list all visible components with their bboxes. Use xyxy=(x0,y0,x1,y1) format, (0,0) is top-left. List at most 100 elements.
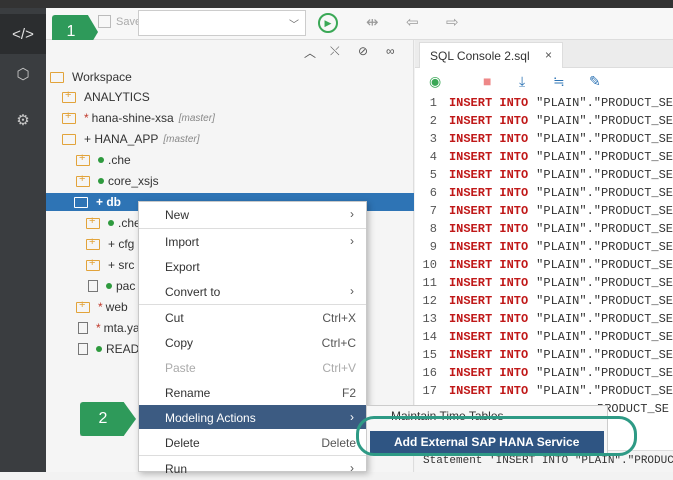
back-arrow-icon[interactable]: ⇦ xyxy=(406,13,419,31)
code-line: 14 INSERT INTO "PLAIN"."PRODUCT_SE xyxy=(415,330,673,348)
code-area[interactable]: 1 INSERT INTO "PLAIN"."PRODUCT_SE 2 INSERT I… xyxy=(415,96,673,420)
run-icon[interactable]: ▶ xyxy=(318,13,338,33)
sql-keyword: INSERT INTO xyxy=(448,312,529,326)
sql-text: "PLAIN"."PRODUCT_SE xyxy=(536,330,673,344)
code-line: 13 INSERT INTO "PLAIN"."PRODUCT_SE xyxy=(415,312,673,330)
download-icon[interactable]: ⤓ xyxy=(519,73,525,90)
sql-keyword: INSERT INTO xyxy=(448,294,529,308)
top-toolbar: Save ﹀ ▶ ⇹ ⇦ ⇨ xyxy=(46,8,673,40)
menu-item-rename[interactable]: Rename F2 xyxy=(139,380,366,404)
sql-keyword: INSERT INTO xyxy=(448,258,529,272)
line-number: 4 xyxy=(429,150,437,164)
glasses-icon[interactable]: ∞ xyxy=(386,44,395,58)
sql-keyword: INSERT INTO xyxy=(448,384,529,398)
status-dot xyxy=(98,178,104,184)
menu-item-cut[interactable]: Cut Ctrl+X xyxy=(139,305,366,329)
collapse-icon[interactable]: ︿ xyxy=(304,44,316,61)
code-line: 12 INSERT INTO "PLAIN"."PRODUCT_SE xyxy=(415,294,673,312)
tree-item[interactable]: .che xyxy=(76,151,131,169)
merge-icon[interactable]: ⇹ xyxy=(366,13,379,31)
sql-text: "PLAIN"."PRODUCT_SE xyxy=(536,276,673,290)
line-number: 8 xyxy=(429,222,437,236)
close-icon[interactable]: × xyxy=(545,48,552,62)
line-number: 6 xyxy=(429,186,437,200)
sql-text: "PLAIN"."PRODUCT_SE xyxy=(536,114,673,128)
code-line: 6 INSERT INTO "PLAIN"."PRODUCT_SE xyxy=(415,186,673,204)
sql-text: "PLAIN"."PRODUCT_SE xyxy=(536,168,673,182)
line-number: 7 xyxy=(429,204,437,218)
tree-item[interactable]: * web xyxy=(76,298,128,316)
sql-text: "PLAIN"."PRODUCT_SE xyxy=(536,204,673,218)
tree-item[interactable]: .che xyxy=(86,214,141,232)
sql-keyword: INSERT INTO xyxy=(448,168,529,182)
sql-keyword: INSERT INTO xyxy=(448,366,529,380)
highlight-ring xyxy=(356,416,637,456)
code-icon[interactable]: </> xyxy=(0,14,46,54)
tree-item-workspace[interactable]: Workspace xyxy=(50,68,132,86)
chevron-right-icon: › xyxy=(350,207,354,221)
menu-item-export[interactable]: Export xyxy=(139,254,366,278)
tree-item[interactable]: ANALYTICS xyxy=(62,88,150,106)
tree-item[interactable]: pac xyxy=(88,277,135,295)
tree-item[interactable]: * hana-shine-xsa [master] xyxy=(62,109,215,127)
sql-text: "PLAIN"."PRODUCT_SE xyxy=(536,150,673,164)
menu-item-modeling-actions[interactable]: Modeling Actions › xyxy=(139,405,366,429)
sql-keyword: INSERT INTO xyxy=(448,96,529,110)
sql-keyword: INSERT INTO xyxy=(448,204,529,218)
save-icon[interactable] xyxy=(98,15,111,28)
gear-icon[interactable]: ⚙ xyxy=(0,100,46,140)
folder-icon xyxy=(62,89,76,103)
forward-arrow-icon[interactable]: ⇨ xyxy=(446,13,459,31)
tree-item[interactable]: READ xyxy=(78,340,139,358)
sql-text: "PLAIN"."PRODUCT_SE xyxy=(536,312,673,326)
chevron-right-icon: › xyxy=(350,284,354,298)
sql-keyword: INSERT INTO xyxy=(448,330,529,344)
line-number: 17 xyxy=(422,384,437,398)
tree-item[interactable]: + src xyxy=(86,256,134,274)
folder-icon xyxy=(76,173,90,187)
tab-sql-console[interactable]: SQL Console 2.sql × xyxy=(419,42,563,68)
menu-item-new[interactable]: New › xyxy=(139,202,366,226)
tree-item[interactable]: * mta.ya xyxy=(78,319,140,337)
format-icon[interactable]: ≒ xyxy=(553,73,565,90)
menu-item-copy[interactable]: Copy Ctrl+C xyxy=(139,330,366,354)
menu-item-convert-to[interactable]: Convert to › xyxy=(139,279,366,303)
sql-keyword: INSERT INTO xyxy=(448,150,529,164)
folder-icon xyxy=(76,152,90,166)
tree-item[interactable]: core_xsjs xyxy=(76,172,159,190)
sql-keyword: INSERT INTO xyxy=(448,240,529,254)
code-line: 4 INSERT INTO "PLAIN"."PRODUCT_SE xyxy=(415,150,673,168)
folder-icon xyxy=(86,236,100,250)
stop-icon[interactable]: ■ xyxy=(483,73,491,89)
run-config-select[interactable]: ﹀ xyxy=(138,10,306,36)
status-dot xyxy=(98,157,104,163)
line-number: 13 xyxy=(422,312,437,326)
run-icon[interactable]: ◉ xyxy=(429,73,441,90)
line-number: 9 xyxy=(429,240,437,254)
code-line: 5 INSERT INTO "PLAIN"."PRODUCT_SE xyxy=(415,168,673,186)
file-icon xyxy=(88,280,98,292)
sql-text: "PLAIN"."PRODUCT_SE xyxy=(536,132,673,146)
tree-item[interactable]: + HANA_APP [master] xyxy=(62,130,200,148)
sql-text: "PLAIN"."PRODUCT_SE xyxy=(536,186,673,200)
editor-toolbar: ◉ ■ ⤓ ≒ ✎ xyxy=(415,68,673,96)
sql-text: "PLAIN"."PRODUCT_SE xyxy=(536,222,673,236)
line-number: 1 xyxy=(429,96,437,110)
menu-item-run[interactable]: Run › xyxy=(139,456,366,480)
sql-text: "PLAIN"."PRODUCT_SE xyxy=(536,366,673,380)
menu-item-import[interactable]: Import › xyxy=(139,229,366,253)
chevron-right-icon: › xyxy=(350,234,354,248)
edit-icon[interactable]: ✎ xyxy=(589,73,601,90)
tree-item[interactable]: + cfg xyxy=(86,235,134,253)
menu-item-delete[interactable]: Delete Delete xyxy=(139,430,366,454)
line-number: 2 xyxy=(429,114,437,128)
line-number: 15 xyxy=(422,348,437,362)
cube-icon[interactable]: ⬡ xyxy=(0,54,46,94)
sql-text: "PLAIN"."PRODUCT_SE xyxy=(536,294,673,308)
folder-icon xyxy=(62,110,76,124)
sql-text: "PLAIN"."PRODUCT_SE xyxy=(536,96,673,110)
hide-icon[interactable]: ⊘ xyxy=(358,44,368,58)
code-line: 16 INSERT INTO "PLAIN"."PRODUCT_SE xyxy=(415,366,673,384)
folder-open-icon xyxy=(62,133,76,145)
link-icon[interactable]: ⤬ xyxy=(330,44,340,59)
